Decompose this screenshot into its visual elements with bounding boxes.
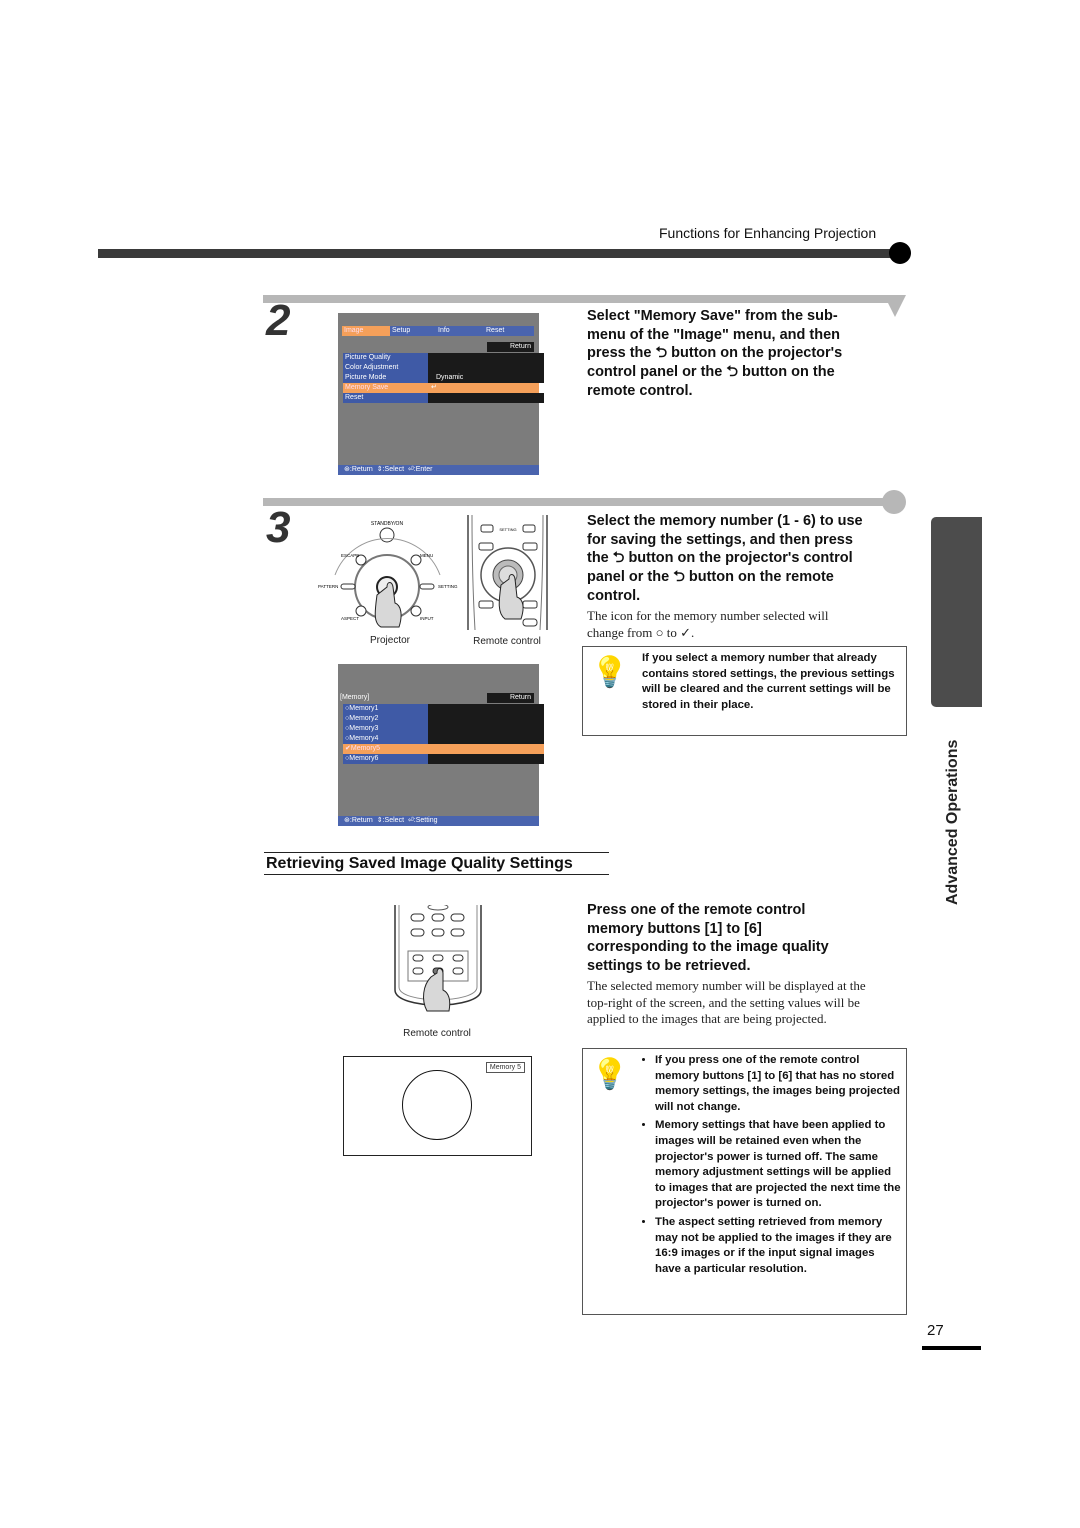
osd-memory-menu: [Memory] Return ○Memory1 ○Memory2 ○Memor…	[338, 664, 544, 826]
step-3-bar	[263, 498, 895, 506]
chapter-header-title: Functions for Enhancing Projection	[659, 225, 877, 241]
osd-return: Return	[487, 342, 534, 352]
step-3-circle	[882, 490, 906, 514]
remote-caption-retrieve: Remote control	[403, 1028, 471, 1039]
osd-memory-item: ○Memory4	[343, 734, 430, 744]
section-heading: Retrieving Saved Image Quality Settings	[264, 852, 609, 875]
osd-image-menu: Image Setup Info Reset Return Picture Qu…	[338, 313, 544, 475]
projector-enter-icon: ⮌	[655, 345, 668, 362]
step-2-number: 2	[266, 296, 291, 345]
projected-screen-illustration: Memory 5	[343, 1056, 532, 1156]
osd-tab-info: Info	[436, 326, 484, 336]
osd-item-label: Picture Quality	[343, 353, 430, 363]
osd-footer: ⊛:Return ⇕:Select ⏎:Setting	[338, 816, 539, 826]
osd-item-label-selected: Memory Save	[343, 383, 430, 393]
aspect-button	[355, 605, 367, 617]
step-2-instruction: Select "Memory Save" from the sub- menu …	[587, 308, 843, 399]
osd-item-label: Color Adjustment	[343, 363, 430, 373]
remote-enter-icon: ⮌	[673, 569, 685, 586]
power-button-icon	[379, 527, 395, 543]
input-button	[410, 605, 422, 617]
osd-footer: ⊛:Return ⇕:Select ⏎:Enter	[338, 465, 539, 475]
projector-caption: Projector	[369, 635, 410, 646]
input-label: INPUT	[420, 616, 434, 621]
tip-text: If you select a memory number that alrea…	[642, 652, 895, 711]
osd-memory-item: ○Memory3	[343, 724, 430, 734]
osd-return: Return	[487, 693, 534, 703]
radio-empty-icon: ○	[655, 624, 664, 640]
osd-item-value	[428, 393, 544, 403]
projector-enter-icon: ⮌	[612, 550, 625, 567]
osd-item-label: Picture Mode	[343, 373, 430, 383]
remote-memory-buttons-illustration	[394, 905, 482, 1012]
setting-label: SETTING	[438, 584, 458, 589]
osd-memory-item-selected: ✔Memory5	[343, 744, 430, 754]
step-3-number: 3	[266, 503, 291, 552]
projector-control-panel-illustration: STANDBY/ON ESCAPE MENU PATTERN SETTING A…	[318, 521, 458, 628]
osd-memory-item: ○Memory6	[343, 754, 430, 764]
step-3-instruction: Select the memory number (1 - 6) to use …	[587, 513, 863, 604]
aspect-label: ASPECT	[341, 616, 359, 621]
tip-item: If you press one of the remote control m…	[655, 1053, 903, 1115]
svg-text:SETTING: SETTING	[499, 527, 516, 532]
standby-label: STANDBY/ON	[371, 521, 404, 527]
check-circle-icon: ✓	[680, 624, 691, 640]
header-dot	[889, 242, 911, 264]
header-rule	[98, 249, 898, 258]
remote-control-illustration: SETTING	[467, 515, 548, 630]
osd-item-value-enter-icon: ↵	[428, 383, 539, 393]
osd-tab-image: Image	[342, 326, 390, 336]
escape-label: ESCAPE	[341, 553, 359, 558]
osd-memory-item: ○Memory2	[343, 714, 430, 724]
test-circle	[402, 1070, 472, 1140]
side-tab-label: Advanced Operations	[944, 739, 961, 905]
osd-memory-item: ○Memory1	[343, 704, 430, 714]
lightbulb-tip-icon: 💡	[591, 1058, 629, 1091]
tip-list: If you press one of the remote control m…	[641, 1053, 903, 1280]
osd-tab-reset: Reset	[484, 326, 534, 336]
pattern-button	[340, 583, 356, 590]
tip-box-step3: 💡 If you select a memory number that alr…	[582, 646, 907, 736]
osd-tab-setup: Setup	[390, 326, 436, 336]
menu-label: MENU	[420, 553, 433, 558]
setting-button	[419, 583, 435, 590]
retrieve-body: The selected memory number will be displ…	[587, 978, 866, 1026]
osd-item-label: Reset	[343, 393, 430, 403]
step-3-body: The icon for the memory number selected …	[587, 608, 829, 640]
osd-item-value: Dynamic	[428, 373, 544, 383]
remote-caption: Remote control	[473, 636, 541, 647]
osd-item-value	[428, 363, 544, 373]
side-tab-marker	[931, 517, 982, 707]
lightbulb-tip-icon: 💡	[591, 656, 629, 689]
page-number-rule	[922, 1346, 981, 1350]
retrieve-instruction: Press one of the remote control memory b…	[587, 902, 829, 975]
step-2-bar	[263, 295, 895, 303]
remote-enter-icon: ⮌	[726, 364, 738, 381]
memory-badge: Memory 5	[485, 1062, 525, 1073]
step-2-arrow	[884, 295, 906, 317]
osd-item-value	[428, 353, 544, 363]
tip-box-retrieve: 💡 If you press one of the remote control…	[582, 1048, 907, 1315]
tip-item: The aspect setting retrieved from memory…	[655, 1215, 903, 1277]
pattern-label: PATTERN	[318, 584, 338, 589]
tip-item: Memory settings that have been applied t…	[655, 1118, 903, 1212]
osd-memory-title: [Memory]	[340, 694, 370, 701]
page-number: 27	[927, 1322, 944, 1339]
